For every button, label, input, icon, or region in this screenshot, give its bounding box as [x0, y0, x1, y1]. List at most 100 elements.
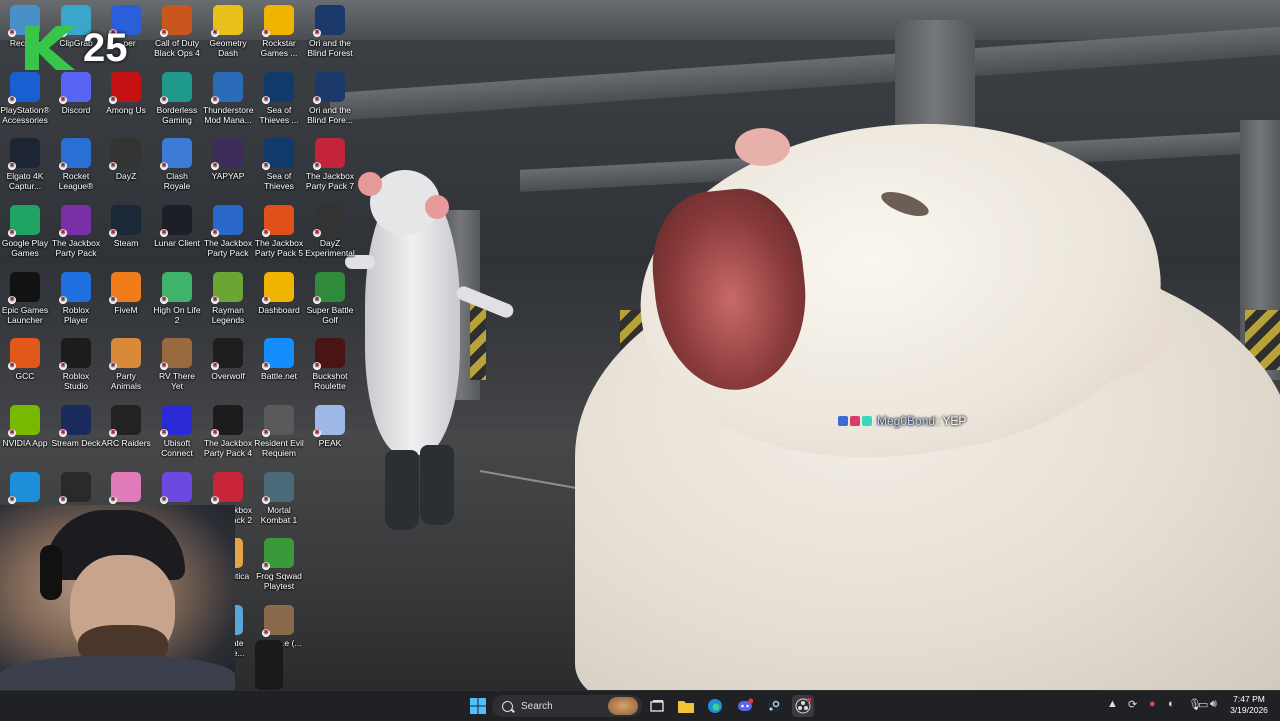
yapyap-icon: × [211, 138, 243, 170]
desktop-icon[interactable]: × Sea of Thieves ... [254, 72, 304, 125]
desktop-icon[interactable]: × Battle.net [254, 338, 304, 381]
desktop-icon[interactable]: × Ubisoft Connect [152, 405, 202, 458]
microphone-icon [255, 640, 283, 690]
desktop-icon[interactable]: × Roblox Studio [51, 338, 101, 391]
shortcut-error-icon: × [211, 496, 219, 504]
desktop-icon[interactable]: × PlayStation® Accessories [0, 72, 50, 125]
desktop-icon[interactable]: × Stream Deck [51, 405, 101, 448]
desktop-icon[interactable]: × DayZ [101, 138, 151, 181]
gcc-icon: × [8, 338, 40, 370]
frog-icon: × [262, 538, 294, 570]
desktop-icon[interactable]: × PEAK [305, 405, 355, 448]
chevron-up-icon[interactable]: ▲ [1107, 698, 1118, 710]
desktop-icon[interactable]: × Ori and the Blind Forest [305, 5, 355, 58]
steam-button[interactable] [763, 695, 785, 717]
shortcut-error-icon: × [8, 229, 16, 237]
desktop-icon-label: Resident Evil Requiem [254, 438, 304, 458]
desktop-icon[interactable]: × Rayman Legends [203, 272, 253, 325]
obs-button[interactable] [792, 695, 814, 717]
rayman-icon: × [211, 272, 243, 304]
desktop-icon[interactable]: × The Jackbox Party Pack 5 [254, 205, 304, 258]
desktop-icon[interactable]: × YAPYAP [203, 138, 253, 181]
desktop-icon[interactable]: × Epic Games Launcher [0, 272, 50, 325]
desktop-icon[interactable]: × Frog Sqwad Playtest [254, 538, 304, 591]
desktop-icon[interactable]: × The Jackbox Party Pack 7 [305, 138, 355, 191]
desktop-icon[interactable]: × Steam [101, 205, 151, 248]
desktop-icon-label: Overwolf [211, 371, 245, 381]
shortcut-error-icon: × [313, 162, 321, 170]
desktop-icon[interactable]: × FiveM [101, 272, 151, 315]
start-button[interactable] [467, 695, 489, 717]
shortcut-error-icon: × [211, 96, 219, 104]
clock-time: 7:47 PM [1233, 694, 1265, 704]
shortcut-error-icon: × [160, 162, 168, 170]
desktop-icon[interactable]: × Rocket League® [51, 138, 101, 191]
desktop-icon[interactable]: × High On Life 2 [152, 272, 202, 325]
tray-app-icon[interactable]: ⟳ [1128, 698, 1137, 711]
shortcut-error-icon: × [313, 296, 321, 304]
desktop-icon[interactable]: × Geometry Dash [203, 5, 253, 58]
fall-guys-icon: × [160, 472, 192, 504]
playstation-icon: × [8, 72, 40, 104]
desktop-icon[interactable]: × Elgato 4K Captur... [0, 138, 50, 191]
desktop-icon-label: YAPYAP [211, 171, 245, 181]
desktop-icon-label: Ori and the Blind Fore... [307, 105, 353, 125]
desktop-icon[interactable]: × Among Us [101, 72, 151, 115]
shortcut-error-icon: × [211, 362, 219, 370]
ori-icon: × [313, 5, 345, 37]
taskbar-clock[interactable]: 7:47 PM 3/19/2026 [1226, 694, 1272, 716]
desktop-icon[interactable]: × Clash Royale [152, 138, 202, 191]
shortcut-error-icon: × [59, 362, 67, 370]
desktop-icon[interactable]: × The Jackbox Party Pack 4 [203, 405, 253, 458]
desktop-icon[interactable]: × Roblox Player [51, 272, 101, 325]
desktop-icon[interactable]: × Party Animals [101, 338, 151, 391]
rv-there-yet-icon: × [160, 338, 192, 370]
edge-button[interactable] [704, 695, 726, 717]
desktop-icon-label: Roblox Studio [62, 371, 90, 391]
desktop-icon[interactable]: × The Jackbox Party Pack [203, 205, 253, 258]
discord-button[interactable] [734, 695, 756, 717]
desktop-icon[interactable]: × ARC Raiders [101, 405, 151, 448]
jackbox-icon: × [59, 205, 91, 237]
network-icon[interactable]: ▭ [1198, 698, 1208, 711]
desktop-icon[interactable]: × Borderless Gaming [152, 72, 202, 125]
desktop-icon[interactable]: × Call of Duty Black Ops 4 [152, 5, 202, 58]
task-view-button[interactable] [646, 695, 668, 717]
taskbar-search[interactable]: Search [492, 695, 642, 717]
desktop-icon[interactable]: × Mortal Kombat 1 [254, 472, 304, 525]
desktop-icon[interactable]: × Thunderstore Mod Mana... [203, 72, 253, 125]
desktop-icon[interactable]: × Lunar Client [152, 205, 202, 248]
shortcut-error-icon: × [313, 429, 321, 437]
desktop-icon[interactable]: × Google Play Games [0, 205, 50, 258]
desktop-icon[interactable]: ×Sea of Thieves Ori... [254, 138, 304, 191]
party-animals-icon: × [109, 338, 141, 370]
desktop-icon[interactable]: × Resident Evil Requiem [254, 405, 304, 458]
desktop-icon[interactable]: × Rockstar Games ... [254, 5, 304, 58]
volume-icon[interactable]: 🔊︎ [1210, 698, 1217, 711]
dayz-icon: × [313, 205, 345, 237]
desktop-icon[interactable]: × Overwolf [203, 338, 253, 381]
desktop-icon[interactable]: × Dashboard [254, 272, 304, 315]
desktop-icon[interactable]: × GCC [0, 338, 50, 381]
desktop-icon[interactable]: ×The Jackbox Party Pack 11 [51, 205, 101, 258]
desktop-icon-label: Battle.net [261, 371, 297, 381]
desktop-icon[interactable]: × Buckshot Roulette [305, 338, 355, 391]
tray-app-icon[interactable]: ● [1149, 698, 1156, 710]
mortal-kombat-icon: × [262, 472, 294, 504]
shortcut-error-icon: × [59, 229, 67, 237]
tray-app-icon[interactable]: ◐ [1168, 698, 1175, 710]
desktop-icon[interactable]: × DayZ Experimental [305, 205, 355, 258]
file-explorer-button[interactable] [675, 695, 697, 717]
desktop-icon-label: The Jackbox Party Pack 4 [203, 438, 253, 458]
shortcut-error-icon: × [160, 362, 168, 370]
desktop-icon[interactable]: × Super Battle Golf [305, 272, 355, 325]
desktop-icon-label: Roblox Player [62, 305, 90, 325]
desktop-icon[interactable]: × RV There Yet [152, 338, 202, 391]
desktop-icon[interactable]: × NVIDIA App [0, 405, 50, 448]
desktop-icon[interactable]: × Ori and the Blind Fore... [305, 72, 355, 125]
shortcut-error-icon: × [262, 429, 270, 437]
shortcut-error-icon: × [109, 429, 117, 437]
roblox-studio-icon: × [59, 338, 91, 370]
desktop-icon[interactable]: × Discord [51, 72, 101, 115]
shortcut-error-icon: × [211, 29, 219, 37]
